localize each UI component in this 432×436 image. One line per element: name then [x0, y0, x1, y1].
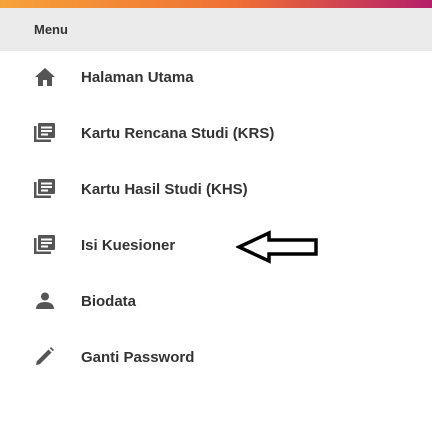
menu-item-krs[interactable]: Kartu Rencana Studi (KRS)	[0, 113, 432, 153]
top-accent-bar	[0, 0, 432, 8]
document-list-icon	[34, 234, 56, 256]
menu-item-label: Kartu Hasil Studi (KHS)	[81, 180, 248, 198]
menu-item-label: Kartu Rencana Studi (KRS)	[81, 124, 275, 142]
menu-item-ganti-password[interactable]: Ganti Password	[0, 337, 432, 377]
menu-header-label: Menu	[34, 22, 68, 37]
menu-item-label: Isi Kuesioner	[81, 236, 176, 254]
menu-item-khs[interactable]: Kartu Hasil Studi (KHS)	[0, 169, 432, 209]
person-icon	[34, 290, 56, 312]
menu-item-label: Ganti Password	[81, 348, 195, 366]
menu-item-label: Biodata	[81, 292, 137, 310]
document-list-icon	[34, 122, 56, 144]
menu-item-biodata[interactable]: Biodata	[0, 281, 432, 321]
menu-item-isi-kuesioner[interactable]: Isi Kuesioner	[0, 225, 432, 265]
document-list-icon	[34, 178, 56, 200]
menu-item-halaman-utama[interactable]: Halaman Utama	[0, 57, 432, 97]
menu-header: Menu	[0, 8, 432, 51]
home-icon	[34, 66, 56, 88]
arrow-left-outline-icon	[236, 230, 320, 264]
menu-item-label: Halaman Utama	[81, 68, 194, 86]
pencil-icon	[34, 346, 56, 368]
